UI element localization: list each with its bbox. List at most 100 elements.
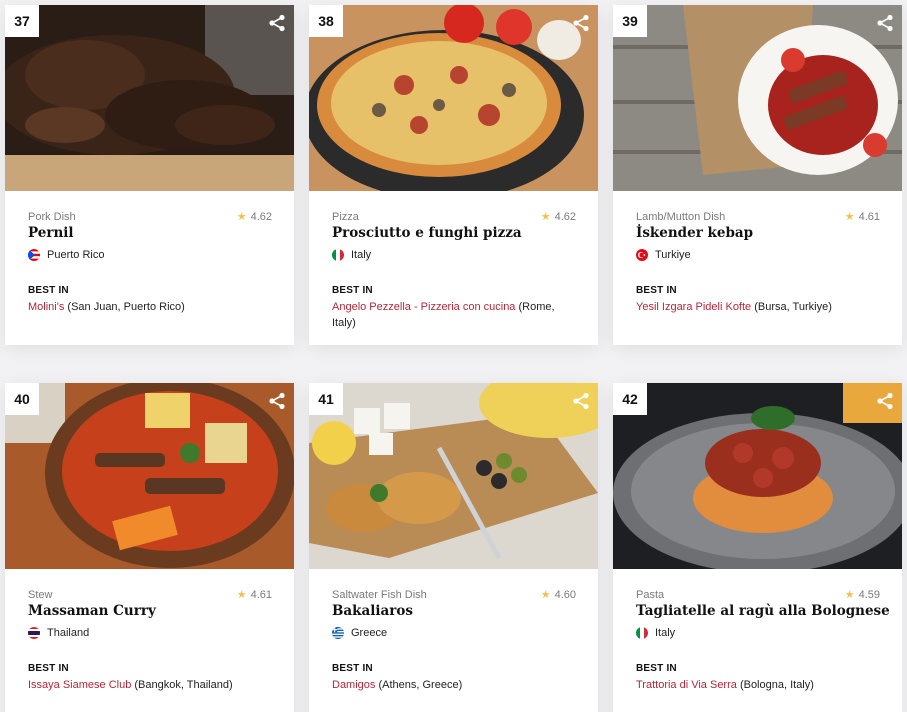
dish-card[interactable]: 42 Pasta ★ 4.59 Tagliatelle al ragù alla … xyxy=(613,383,902,712)
best-in-label: BEST IN xyxy=(636,663,677,674)
star-icon: ★ xyxy=(236,211,247,223)
dish-photo-iskender-kebap[interactable]: 39 xyxy=(613,5,902,191)
dish-name[interactable]: Pernil xyxy=(28,225,74,241)
dish-card[interactable]: 41 Saltwater Fish Dish ★ 4.60 Bakaliaros … xyxy=(309,383,598,712)
star-icon: ★ xyxy=(844,211,855,223)
dish-info: Pasta ★ 4.59 Tagliatelle al ragù alla Bol… xyxy=(613,569,902,712)
rank-badge: 40 xyxy=(5,383,39,415)
best-in-place: Trattoria di Via Serra (Bologna, Italy) xyxy=(636,677,872,693)
dish-name[interactable]: Tagliatelle al ragù alla Bolognese xyxy=(636,603,890,619)
restaurant-location: (San Juan, Puerto Rico) xyxy=(67,301,185,313)
rank-badge: 42 xyxy=(613,383,647,415)
dish-info: Pork Dish ★ 4.62 Pernil Puerto Rico BEST … xyxy=(5,191,294,345)
country-name: Italy xyxy=(351,249,372,261)
dish-country[interactable]: Italy xyxy=(636,627,675,639)
star-icon: ★ xyxy=(844,589,855,601)
dish-rating: ★ 4.59 xyxy=(844,588,880,602)
rating-value: 4.59 xyxy=(858,588,880,601)
share-icon[interactable] xyxy=(876,392,894,410)
best-in-label: BEST IN xyxy=(332,285,373,296)
dish-rating: ★ 4.61 xyxy=(236,588,272,602)
best-in-place: Damigos (Athens, Greece) xyxy=(332,677,568,693)
dish-card[interactable]: 39 Lamb/Mutton Dish ★ 4.61 İskender kebap… xyxy=(613,5,902,345)
best-in-place: Molini's (San Juan, Puerto Rico) xyxy=(28,299,264,315)
dish-country[interactable]: Thailand xyxy=(28,627,89,639)
flag-puerto-rico-icon xyxy=(28,249,40,261)
flag-italy-icon xyxy=(636,627,648,639)
rating-value: 4.62 xyxy=(554,210,576,223)
restaurant-link[interactable]: Trattoria di Via Serra xyxy=(636,679,737,691)
rating-value: 4.62 xyxy=(250,210,272,223)
dish-country[interactable]: Turkiye xyxy=(636,249,691,261)
dish-category: Pizza xyxy=(332,211,359,223)
dish-rating: ★ 4.61 xyxy=(844,210,880,224)
dish-info: Saltwater Fish Dish ★ 4.60 Bakaliaros Gre… xyxy=(309,569,598,712)
dish-country[interactable]: Greece xyxy=(332,627,387,639)
best-in-label: BEST IN xyxy=(636,285,677,296)
restaurant-location: (Bursa, Turkiye) xyxy=(754,301,832,313)
dish-info: Lamb/Mutton Dish ★ 4.61 İskender kebap Tu… xyxy=(613,191,902,345)
best-in-place: Issaya Siamese Club (Bangkok, Thailand) xyxy=(28,677,264,693)
rank-badge: 38 xyxy=(309,5,343,37)
flag-italy-icon xyxy=(332,249,344,261)
dish-photo-pernil[interactable]: 37 xyxy=(5,5,294,191)
rating-value: 4.60 xyxy=(554,588,576,601)
restaurant-location: (Athens, Greece) xyxy=(378,679,463,691)
rank-badge: 41 xyxy=(309,383,343,415)
dish-category: Stew xyxy=(28,589,53,601)
restaurant-link[interactable]: Issaya Siamese Club xyxy=(28,679,131,691)
dish-category: Lamb/Mutton Dish xyxy=(636,211,726,223)
dish-photo-prosciutto-funghi-pizza[interactable]: 38 xyxy=(309,5,598,191)
best-in-label: BEST IN xyxy=(332,663,373,674)
dish-category: Pasta xyxy=(636,589,665,601)
restaurant-location: (Bangkok, Thailand) xyxy=(134,679,233,691)
dish-photo-tagliatelle-bolognese[interactable]: 42 xyxy=(613,383,902,569)
restaurant-link[interactable]: Damigos xyxy=(332,679,375,691)
dish-rating: ★ 4.62 xyxy=(236,210,272,224)
dish-name[interactable]: İskender kebap xyxy=(636,225,753,241)
restaurant-link[interactable]: Molini's xyxy=(28,301,64,313)
dish-info: Stew ★ 4.61 Massaman Curry Thailand BEST … xyxy=(5,569,294,712)
flag-greece-icon xyxy=(332,627,344,639)
dish-card[interactable]: 37 Pork Dish ★ 4.62 Pernil Puerto Rico BE… xyxy=(5,5,294,345)
country-name: Thailand xyxy=(47,627,90,639)
country-name: Turkiye xyxy=(655,249,691,261)
dish-name[interactable]: Bakaliaros xyxy=(332,603,413,619)
country-name: Puerto Rico xyxy=(47,249,105,261)
best-in-label: BEST IN xyxy=(28,285,69,296)
dish-card[interactable]: 38 Pizza ★ 4.62 Prosciutto e funghi pizza… xyxy=(309,5,598,345)
restaurant-link[interactable]: Angelo Pezzella - Pizzeria con cucina xyxy=(332,301,515,313)
share-icon[interactable] xyxy=(572,392,590,410)
share-icon[interactable] xyxy=(268,14,286,32)
country-name: Italy xyxy=(655,627,676,639)
rating-value: 4.61 xyxy=(250,588,272,601)
star-icon: ★ xyxy=(236,589,247,601)
dish-name[interactable]: Massaman Curry xyxy=(28,603,156,619)
country-name: Greece xyxy=(351,627,388,639)
rating-value: 4.61 xyxy=(858,210,880,223)
dish-country[interactable]: Puerto Rico xyxy=(28,249,104,261)
best-in-place: Angelo Pezzella - Pizzeria con cucina (R… xyxy=(332,299,568,331)
dish-grid: 37 Pork Dish ★ 4.62 Pernil Puerto Rico BE… xyxy=(0,0,907,712)
restaurant-location: (Bologna, Italy) xyxy=(739,679,814,691)
flag-thailand-icon xyxy=(28,627,40,639)
star-icon: ★ xyxy=(540,211,551,223)
dish-rating: ★ 4.60 xyxy=(541,588,576,602)
best-in-label: BEST IN xyxy=(28,663,69,674)
dish-rating: ★ 4.62 xyxy=(540,210,576,224)
rank-badge: 37 xyxy=(5,5,39,37)
dish-name[interactable]: Prosciutto e funghi pizza xyxy=(332,225,522,241)
dish-category: Pork Dish xyxy=(28,211,76,223)
share-icon[interactable] xyxy=(572,14,590,32)
dish-card[interactable]: 40 Stew ★ 4.61 Massaman Curry Thailand BE… xyxy=(5,383,294,712)
dish-country[interactable]: Italy xyxy=(332,249,371,261)
dish-photo-bakaliaros[interactable]: 41 xyxy=(309,383,598,569)
share-icon[interactable] xyxy=(268,392,286,410)
dish-photo-massaman-curry[interactable]: 40 xyxy=(5,383,294,569)
dish-category: Saltwater Fish Dish xyxy=(332,589,427,601)
best-in-place: Yesil Izgara Pideli Kofte (Bursa, Turkiy… xyxy=(636,299,872,315)
restaurant-link[interactable]: Yesil Izgara Pideli Kofte xyxy=(636,301,751,313)
share-icon[interactable] xyxy=(876,14,894,32)
rank-badge: 39 xyxy=(613,5,647,37)
flag-turkiye-icon xyxy=(636,249,648,261)
